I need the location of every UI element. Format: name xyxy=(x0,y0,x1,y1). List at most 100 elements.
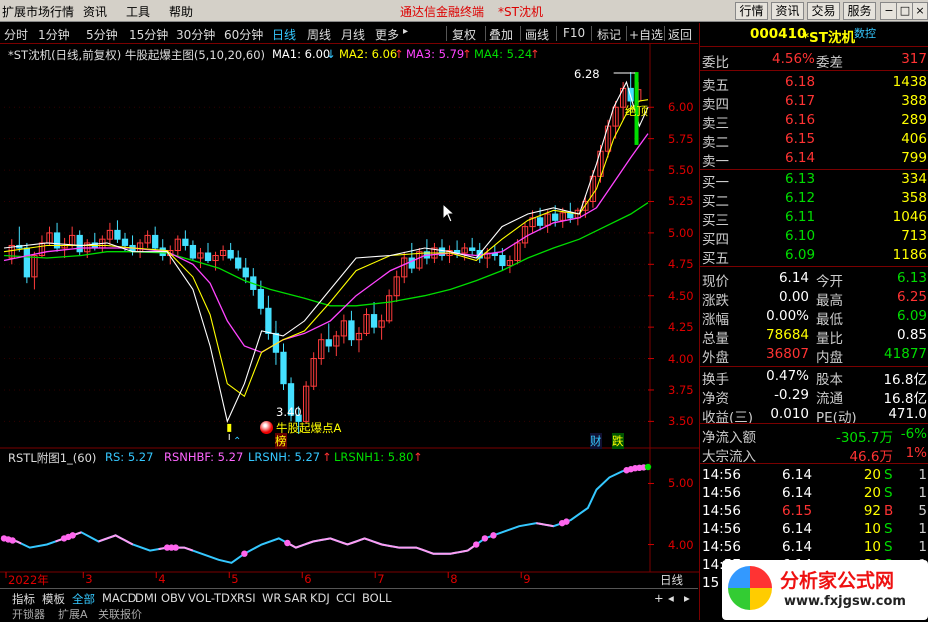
ma3-line xyxy=(3,133,649,354)
flow-percent: -6% xyxy=(900,426,927,442)
bid-label: 买四 xyxy=(702,232,729,248)
period-tab-60min[interactable]: 60分钟 xyxy=(224,26,263,43)
menu-item-tools[interactable]: 工具 xyxy=(126,3,150,20)
fuquan-button[interactable]: 复权 xyxy=(452,26,476,43)
overlay-button[interactable]: 叠加 xyxy=(489,26,513,43)
service-button[interactable]: 服务 xyxy=(843,2,876,20)
bid-volume: 1046 xyxy=(892,209,927,225)
lrsnh1-legend: LRSNH1: 5.80 xyxy=(334,450,414,464)
stat-value: 471.0 xyxy=(888,406,927,422)
candle-body xyxy=(370,314,378,328)
tick-count: 1 xyxy=(918,521,927,537)
tab-vol-tdx[interactable]: VOL-TDX xyxy=(188,591,238,605)
candle-body xyxy=(408,257,415,269)
candle-body xyxy=(204,252,212,262)
period-tab-15min[interactable]: 15分钟 xyxy=(129,26,168,43)
back-button[interactable]: 返回 xyxy=(668,26,692,43)
f10-button[interactable]: F10 xyxy=(563,26,585,40)
sector-tag[interactable]: 数控 xyxy=(854,25,876,41)
tab-wr[interactable]: WR xyxy=(262,591,281,605)
tick-volume: 92 xyxy=(863,503,881,519)
stat-value: 6.13 xyxy=(896,270,927,286)
close-icon[interactable]: × xyxy=(912,2,928,20)
trade-button[interactable]: 交易 xyxy=(807,2,840,20)
period-tab-more[interactable]: 更多 xyxy=(375,26,399,43)
ma4-line xyxy=(3,202,649,307)
tick-row: 14:56 6.14 20 S 1 xyxy=(700,466,928,485)
highlight-dot xyxy=(69,532,76,539)
low-price-label: 3.40 xyxy=(276,405,302,419)
candle-body xyxy=(567,212,574,219)
draw-line-button[interactable]: 画线 xyxy=(525,26,549,43)
mark-button[interactable]: 标记 xyxy=(597,26,621,43)
sub-tick-label: 5.00 xyxy=(668,476,694,491)
weibi-label: 委比 xyxy=(702,55,729,71)
scroll-right-icon[interactable]: ▸ xyxy=(684,591,690,605)
period-tab-weekly[interactable]: 周线 xyxy=(307,26,331,43)
signal-ball-icon xyxy=(260,421,273,434)
highlight-dot xyxy=(473,541,480,548)
bid-price: 6.11 xyxy=(785,209,816,225)
menu-item-market[interactable]: 扩展市场行情 xyxy=(2,3,74,20)
stat-row: 总量 78684 量比 0.85 xyxy=(700,326,928,347)
candle-body xyxy=(242,267,249,278)
bottom-tabs-row2: 开锁器 扩展A 关联报价 xyxy=(0,606,698,621)
stat-label: 流通 xyxy=(816,391,843,407)
tab-template[interactable]: 模板 xyxy=(42,591,65,607)
stat-label: 总量 xyxy=(702,331,729,347)
stat-label: 股本 xyxy=(816,372,843,388)
lrsnh-arrow-icon: ↑ xyxy=(322,450,332,464)
highlight-dot xyxy=(481,535,489,542)
tab-obv[interactable]: OBV xyxy=(161,591,185,605)
add-watchlist-button[interactable]: +自选 xyxy=(629,26,663,43)
tab-indicator[interactable]: 指标 xyxy=(12,591,35,607)
period-tab-fenshi[interactable]: 分时 xyxy=(4,26,28,43)
tab-dmi[interactable]: DMI xyxy=(135,591,157,605)
menu-item-info[interactable]: 资讯 xyxy=(83,3,107,20)
price-tick-label: 4.00 xyxy=(668,351,694,366)
tab-macd[interactable]: MACD xyxy=(102,591,136,605)
stat-value: 6.09 xyxy=(896,308,927,324)
toolbar-divider xyxy=(664,26,665,41)
stat-value: 78684 xyxy=(766,327,809,343)
tick-price: 6.14 xyxy=(782,485,813,501)
tab-kdj[interactable]: KDJ xyxy=(310,591,330,605)
add-tab-button[interactable]: + xyxy=(654,591,664,605)
highlight-dot xyxy=(284,539,291,547)
stat-row: 现价 6.14 今开 6.13 xyxy=(700,269,928,290)
news-button[interactable]: 资讯 xyxy=(771,2,804,20)
flow-row: 大宗流入 46.6万 1% xyxy=(700,444,928,465)
price-tick-label: 4.50 xyxy=(668,288,694,303)
scroll-left-icon[interactable]: ◂ xyxy=(668,591,674,605)
menu-item-help[interactable]: 帮助 xyxy=(169,3,193,20)
tab-boll[interactable]: BOLL xyxy=(362,591,392,605)
price-tick-label: 3.50 xyxy=(668,414,694,429)
chart-area[interactable] xyxy=(0,44,699,588)
period-tab-monthly[interactable]: 月线 xyxy=(341,26,365,43)
tab-sar[interactable]: SAR xyxy=(284,591,307,605)
highlight-dot xyxy=(644,463,652,471)
period-tab-daily[interactable]: 日线 xyxy=(272,26,296,43)
period-tab-1min[interactable]: 1分钟 xyxy=(38,26,70,43)
top-signal-label: 绝顶 xyxy=(625,104,648,118)
more-arrow-icon: ▸ xyxy=(403,26,409,37)
candle-body xyxy=(469,247,476,251)
bid-volume: 713 xyxy=(901,228,927,244)
quote-panel: 000410 *ST沈机 数控 委比 4.56% 委差 317 卖五 6.18 14… xyxy=(699,23,928,620)
flow-row: 净流入额 -305.7万 -6% xyxy=(700,425,928,446)
tab-cci[interactable]: CCI xyxy=(336,591,355,605)
stat-label: 外盘 xyxy=(702,350,729,366)
stat-label: 换手 xyxy=(702,372,729,388)
weibi-value: 4.56% xyxy=(772,51,815,67)
bid-row: 买三 6.11 1046 xyxy=(700,208,928,229)
rsnhbf-segment xyxy=(536,522,554,528)
tab-all[interactable]: 全部 xyxy=(72,591,95,607)
tab-rsi[interactable]: RSI xyxy=(237,591,256,605)
price-plot xyxy=(3,72,649,440)
candle-body xyxy=(76,234,83,253)
period-tab-5min[interactable]: 5分钟 xyxy=(86,26,118,43)
quote-button[interactable]: 行情 xyxy=(735,2,768,20)
period-tab-30min[interactable]: 30分钟 xyxy=(176,26,215,43)
stat-label: 净资 xyxy=(702,391,729,407)
time-tick-label: 8 xyxy=(450,572,458,586)
